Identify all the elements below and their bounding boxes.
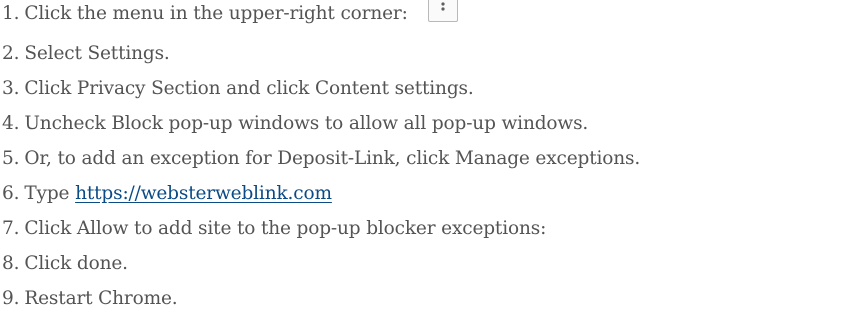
step-text: Click Allow to add site to the pop-up bl… bbox=[24, 218, 547, 239]
step-text: Type bbox=[24, 183, 70, 204]
step-6: 6. Type https://websterweblink.com bbox=[2, 178, 332, 210]
step-9: 9. Restart Chrome. bbox=[2, 283, 178, 315]
step-4: 4. Uncheck Block pop-up windows to allow … bbox=[2, 108, 588, 140]
step-number: 4. bbox=[2, 113, 20, 134]
step-number: 1. bbox=[2, 3, 20, 24]
step-text: Click Privacy Section and click Content … bbox=[24, 78, 474, 99]
step-number: 3. bbox=[2, 78, 20, 99]
step-2: 2. Select Settings. bbox=[2, 38, 170, 70]
step-number: 7. bbox=[2, 218, 20, 239]
step-text: Select Settings. bbox=[24, 43, 170, 64]
step-8: 8. Click done. bbox=[2, 248, 128, 280]
step-number: 2. bbox=[2, 43, 20, 64]
step-5: 5. Or, to add an exception for Deposit-Li… bbox=[2, 143, 640, 175]
step-1: 1. Click the menu in the upper-right corn… bbox=[2, 0, 458, 30]
webster-weblink-link[interactable]: https://websterweblink.com bbox=[75, 183, 332, 204]
vertical-dots-menu-icon bbox=[441, 2, 445, 11]
step-number: 8. bbox=[2, 253, 20, 274]
step-7: 7. Click Allow to add site to the pop-up … bbox=[2, 213, 546, 245]
step-number: 5. bbox=[2, 148, 20, 169]
step-text: Restart Chrome. bbox=[24, 288, 178, 309]
step-text: Click done. bbox=[24, 253, 128, 274]
step-text: Or, to add an exception for Deposit-Link… bbox=[24, 148, 641, 169]
step-text: Click the menu in the upper-right corner… bbox=[24, 3, 408, 24]
step-3: 3. Click Privacy Section and click Conten… bbox=[2, 73, 474, 105]
step-number: 6. bbox=[2, 183, 20, 204]
step-number: 9. bbox=[2, 288, 20, 309]
step-text: Uncheck Block pop-up windows to allow al… bbox=[24, 113, 589, 134]
chrome-menu-button-illustration bbox=[427, 0, 458, 22]
